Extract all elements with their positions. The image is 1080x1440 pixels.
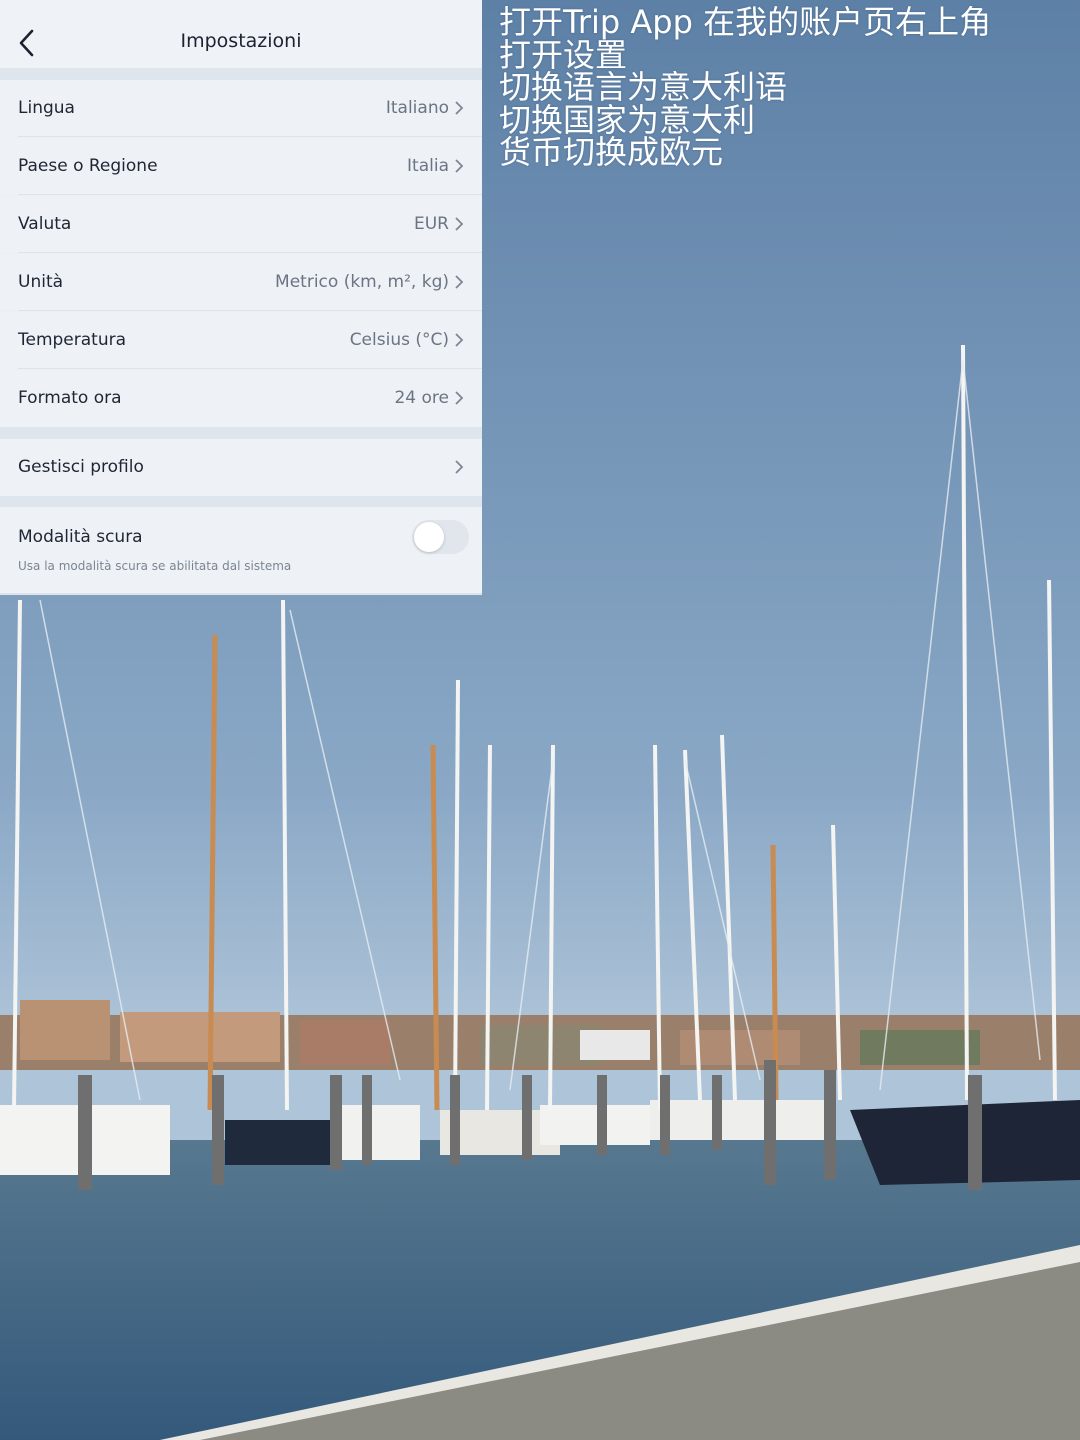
header-bar: Impostazioni: [0, 0, 482, 68]
caption-line-3: 切换语言为意大利语: [499, 68, 788, 106]
chevron-right-icon: [455, 275, 464, 289]
section-divider: [0, 496, 482, 507]
caption-line-2: 打开设置: [499, 35, 628, 74]
dark-mode-toggle[interactable]: [412, 520, 469, 554]
setting-value: 24 ore: [394, 388, 449, 408]
setting-label: Lingua: [18, 98, 75, 118]
chevron-right-icon: [455, 391, 464, 405]
setting-value: Celsius (°C): [349, 330, 449, 350]
setting-value: Italia: [407, 156, 449, 176]
manage-profile-row[interactable]: Gestisci profilo: [0, 439, 482, 496]
setting-value: Metrico (km, m², kg): [275, 272, 449, 292]
setting-row-country[interactable]: Paese o Regione Italia: [0, 138, 482, 195]
section-divider: [0, 427, 482, 439]
chevron-right-icon: [455, 333, 464, 347]
dark-mode-label: Modalità scura: [18, 527, 143, 547]
setting-row-currency[interactable]: Valuta EUR: [0, 196, 482, 253]
section-divider: [0, 68, 482, 80]
setting-row-time-format[interactable]: Formato ora 24 ore: [0, 370, 482, 427]
setting-label: Paese o Regione: [18, 156, 158, 176]
instruction-caption: 打开Trip App 在我的账户页右上角 打开设置 切换语言为意大利语 切换国家…: [499, 6, 1069, 169]
setting-value: Italiano: [385, 98, 449, 118]
page-title: Impostazioni: [180, 30, 302, 52]
setting-label: Temperatura: [18, 330, 127, 350]
chevron-right-icon: [455, 159, 464, 173]
toggle-knob: [414, 522, 444, 552]
setting-row-language[interactable]: Lingua Italiano: [0, 80, 482, 137]
setting-label: Formato ora: [18, 388, 122, 408]
caption-line-1: 打开Trip App 在我的账户页右上角: [499, 3, 992, 41]
panel-bottom-edge: [0, 593, 482, 595]
settings-panel: Impostazioni Lingua Italiano Paese o Reg…: [0, 0, 482, 595]
chevron-right-icon: [455, 217, 464, 231]
setting-row-units[interactable]: Unità Metrico (km, m², kg): [0, 254, 482, 311]
caption-line-4: 切换国家为意大利: [499, 100, 756, 139]
setting-label: Gestisci profilo: [18, 457, 144, 477]
chevron-right-icon: [455, 460, 464, 474]
setting-row-temperature[interactable]: Temperatura Celsius (°C): [0, 312, 482, 369]
caption-line-5: 货币切换成欧元: [499, 133, 724, 171]
dark-mode-row: Modalità scura Usa la modalità scura se …: [0, 507, 482, 593]
setting-label: Unità: [18, 272, 64, 292]
dark-mode-description: Usa la modalità scura se abilitata dal s…: [18, 559, 292, 573]
setting-value: EUR: [414, 214, 449, 234]
setting-label: Valuta: [18, 214, 72, 234]
chevron-right-icon: [455, 101, 464, 115]
